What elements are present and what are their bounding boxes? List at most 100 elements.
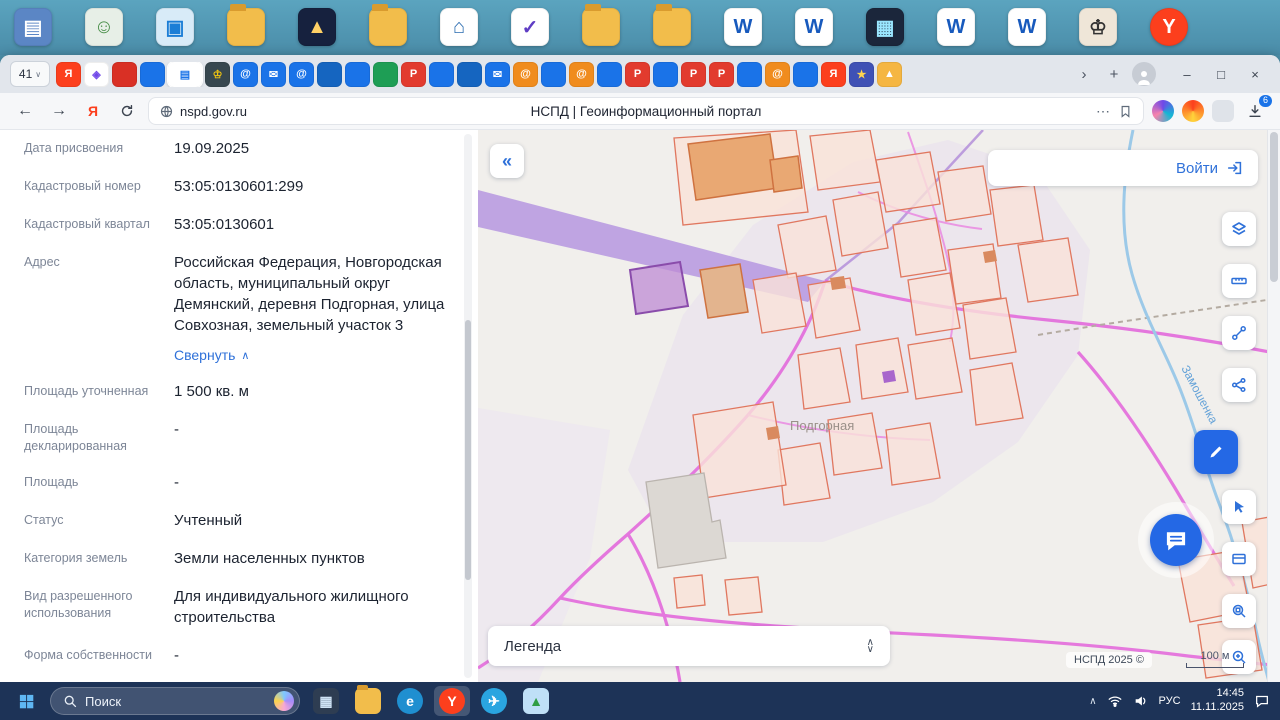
browser-tab[interactable]: ▲ <box>877 61 902 87</box>
back-button[interactable]: ← <box>12 98 38 124</box>
browser-tab[interactable] <box>317 61 342 87</box>
browser-tab[interactable] <box>429 61 454 87</box>
selected-parcel[interactable] <box>628 260 690 316</box>
browser-tab[interactable]: ✉ <box>485 61 510 87</box>
browser-tab[interactable] <box>140 61 165 87</box>
login-button[interactable]: Войти <box>988 150 1258 186</box>
desktop-icon[interactable] <box>582 4 620 46</box>
yandex-services-button[interactable]: Я <box>80 98 106 124</box>
desktop-icon[interactable]: ▲ <box>298 8 336 46</box>
tab-group-counter[interactable]: 41 ∨ <box>10 61 50 87</box>
copilot-icon[interactable] <box>274 691 294 711</box>
notifications-icon[interactable] <box>1254 693 1270 709</box>
desktop-icon[interactable] <box>653 4 691 46</box>
scrollbar-thumb[interactable] <box>1270 132 1278 282</box>
tray-overflow-button[interactable]: ∧ <box>1089 696 1096 707</box>
new-tab-button[interactable]: + <box>1102 62 1126 86</box>
maximize-button[interactable]: □ <box>1206 61 1236 87</box>
clock[interactable]: 14:45 11.11.2025 <box>1191 687 1244 715</box>
browser-tab[interactable] <box>597 61 622 87</box>
browser-tab[interactable] <box>541 61 566 87</box>
desktop-icon[interactable]: ⌂ <box>440 8 478 46</box>
extension-icon[interactable] <box>1212 100 1234 122</box>
taskbar-app[interactable]: e <box>392 686 428 716</box>
collapse-details-link[interactable]: Свернуть ∧ <box>174 347 448 363</box>
desktop-icon[interactable]: ▣ <box>156 8 194 46</box>
more-actions-button[interactable]: ⋯ <box>1096 103 1110 120</box>
browser-tab[interactable]: @ <box>765 61 790 87</box>
desktop-icon[interactable]: ♔ <box>1079 8 1117 46</box>
browser-tab[interactable]: @ <box>569 61 594 87</box>
browser-tab[interactable]: Я <box>56 61 81 87</box>
browser-tab[interactable]: @ <box>289 61 314 87</box>
volume-icon[interactable] <box>1133 693 1149 709</box>
start-button[interactable] <box>10 686 42 716</box>
browser-tab[interactable] <box>112 61 137 87</box>
browser-tab[interactable] <box>345 61 370 87</box>
taskbar-app[interactable]: ▦ <box>308 686 344 716</box>
map-view[interactable]: Подгорная Замошенка « Войти Легенда ∧ ∨ … <box>478 130 1280 682</box>
browser-tab[interactable]: P <box>401 61 426 87</box>
downloads-button[interactable]: 6 <box>1242 95 1272 124</box>
browser-tab[interactable]: ▤ <box>167 61 203 87</box>
route-button[interactable] <box>1222 316 1256 350</box>
browser-tab[interactable]: Я <box>821 61 846 87</box>
map-canvas[interactable]: Подгорная Замошенка <box>478 130 1280 682</box>
taskbar-app[interactable] <box>350 685 386 716</box>
desktop-icon[interactable]: W <box>724 8 762 46</box>
browser-tab[interactable]: P <box>709 61 734 87</box>
browser-tab[interactable] <box>457 61 482 87</box>
legend-toggle[interactable]: Легенда ∧ ∨ <box>488 626 890 666</box>
browser-tab[interactable] <box>793 61 818 87</box>
page-scrollbar[interactable] <box>1267 130 1280 682</box>
extension-icon[interactable] <box>1182 100 1204 122</box>
browser-tab[interactable]: ★ <box>849 61 874 87</box>
omnibox[interactable]: nspd.gov.ru НСПД | Геоинформационный пор… <box>148 97 1144 125</box>
browser-tab[interactable] <box>737 61 762 87</box>
desktop-icon[interactable]: ▤ <box>14 8 52 46</box>
desktop-icon[interactable]: ✓ <box>511 8 549 46</box>
pointer-tool-button[interactable] <box>1222 490 1256 524</box>
minimize-button[interactable]: – <box>1172 61 1202 87</box>
browser-tab[interactable]: ♔ <box>205 61 230 87</box>
browser-tab[interactable]: P <box>681 61 706 87</box>
browser-tab[interactable]: ◈ <box>84 61 109 87</box>
wifi-icon[interactable] <box>1107 693 1123 709</box>
desktop-icon[interactable]: W <box>937 8 975 46</box>
browser-tab[interactable] <box>373 61 398 87</box>
tab-overflow-button[interactable]: › <box>1072 62 1096 86</box>
draw-tool-button-active[interactable] <box>1194 430 1238 474</box>
share-button[interactable] <box>1222 368 1256 402</box>
forward-button[interactable]: → <box>46 98 72 124</box>
close-button[interactable]: × <box>1240 61 1270 87</box>
taskbar-app[interactable]: ▲ <box>518 686 554 716</box>
browser-tab[interactable]: @ <box>233 61 258 87</box>
overview-button[interactable] <box>1222 542 1256 576</box>
profile-avatar[interactable] <box>1132 62 1156 86</box>
desktop-icon[interactable] <box>227 4 265 46</box>
browser-tab[interactable]: ✉ <box>261 61 286 87</box>
collapse-panel-button[interactable]: « <box>490 144 524 178</box>
refresh-button[interactable] <box>114 98 140 124</box>
desktop-icon[interactable]: W <box>1008 8 1046 46</box>
taskbar-search[interactable]: Поиск <box>50 687 300 715</box>
layers-button[interactable] <box>1222 212 1256 246</box>
desktop-icon[interactable]: Y <box>1150 8 1188 46</box>
bookmark-icon[interactable] <box>1118 104 1133 119</box>
desktop-icon[interactable]: ▦ <box>866 8 904 46</box>
desktop-icon[interactable]: W <box>795 8 833 46</box>
browser-tab[interactable]: @ <box>513 61 538 87</box>
chat-widget-button[interactable] <box>1138 502 1214 578</box>
language-indicator[interactable]: РУС <box>1159 695 1181 707</box>
desktop-icon[interactable] <box>369 4 407 46</box>
extension-icon[interactable] <box>1152 100 1174 122</box>
panel-scrollbar[interactable] <box>464 134 472 678</box>
measure-button[interactable] <box>1222 264 1256 298</box>
taskbar-app[interactable]: ✈ <box>476 686 512 716</box>
browser-tab[interactable]: P <box>625 61 650 87</box>
taskbar-app[interactable]: Y <box>434 686 470 716</box>
search-area-button[interactable] <box>1222 594 1256 628</box>
desktop-icon[interactable]: ☺ <box>85 8 123 46</box>
browser-tab[interactable] <box>653 61 678 87</box>
scrollbar-thumb[interactable] <box>465 320 471 580</box>
